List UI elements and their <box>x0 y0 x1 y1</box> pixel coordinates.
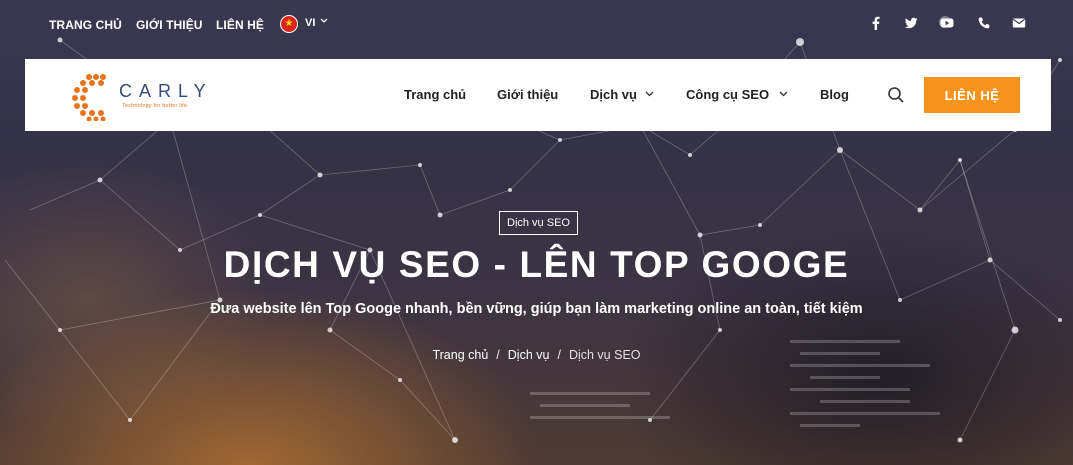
top-link-contact[interactable]: LIÊN HỆ <box>216 18 264 32</box>
mail-icon[interactable] <box>1012 16 1026 30</box>
main-navbar: CARLY Technology for better life Trang c… <box>25 59 1051 131</box>
nav-item-blog[interactable]: Blog <box>820 87 849 102</box>
breadcrumb: Trang chủ / Dịch vụ / Dịch vụ SEO <box>0 348 1073 362</box>
category-tag[interactable]: Dịch vụ SEO <box>499 211 578 235</box>
top-bar: TRANG CHỦ GIỚI THIỆU LIÊN HỆ ★ VI <box>0 0 1073 48</box>
vietnam-flag-icon[interactable]: ★ <box>280 15 298 33</box>
twitter-icon[interactable] <box>904 16 918 30</box>
language-selector[interactable]: VI <box>305 17 315 29</box>
page-subtitle: Đưa website lên Top Googe nhanh, bền vữn… <box>210 301 863 317</box>
phone-icon[interactable] <box>977 16 991 30</box>
top-link-about[interactable]: GIỚI THIỆU <box>136 18 203 32</box>
breadcrumb-services[interactable]: Dịch vụ <box>508 348 550 362</box>
breadcrumb-separator: / <box>496 348 500 362</box>
contact-button[interactable]: LIÊN HỆ <box>924 77 1020 113</box>
youtube-icon[interactable] <box>940 16 954 30</box>
breadcrumb-current: Dịch vụ SEO <box>568 348 641 362</box>
facebook-icon[interactable] <box>869 16 883 30</box>
chevron-down-icon[interactable] <box>645 91 654 97</box>
nav-item-about[interactable]: Giới thiệu <box>497 87 558 102</box>
logo-tagline: Technology for better life <box>122 103 188 109</box>
search-icon[interactable] <box>887 86 905 104</box>
chevron-down-icon[interactable] <box>320 16 328 24</box>
nav-item-seo-tools[interactable]: Công cụ SEO <box>686 87 769 102</box>
logo-hexagon-icon <box>72 74 106 121</box>
breadcrumb-separator: / <box>557 348 561 362</box>
page-title: DỊCH VỤ SEO - LÊN TOP GOOGE <box>223 244 850 285</box>
chevron-down-icon[interactable] <box>779 91 788 97</box>
nav-item-services[interactable]: Dịch vụ <box>590 87 637 102</box>
breadcrumb-home[interactable]: Trang chủ <box>432 348 488 362</box>
nav-item-home[interactable]: Trang chủ <box>404 87 466 102</box>
top-link-home[interactable]: TRANG CHỦ <box>49 18 122 32</box>
logo-wordmark: CARLY <box>119 81 213 101</box>
